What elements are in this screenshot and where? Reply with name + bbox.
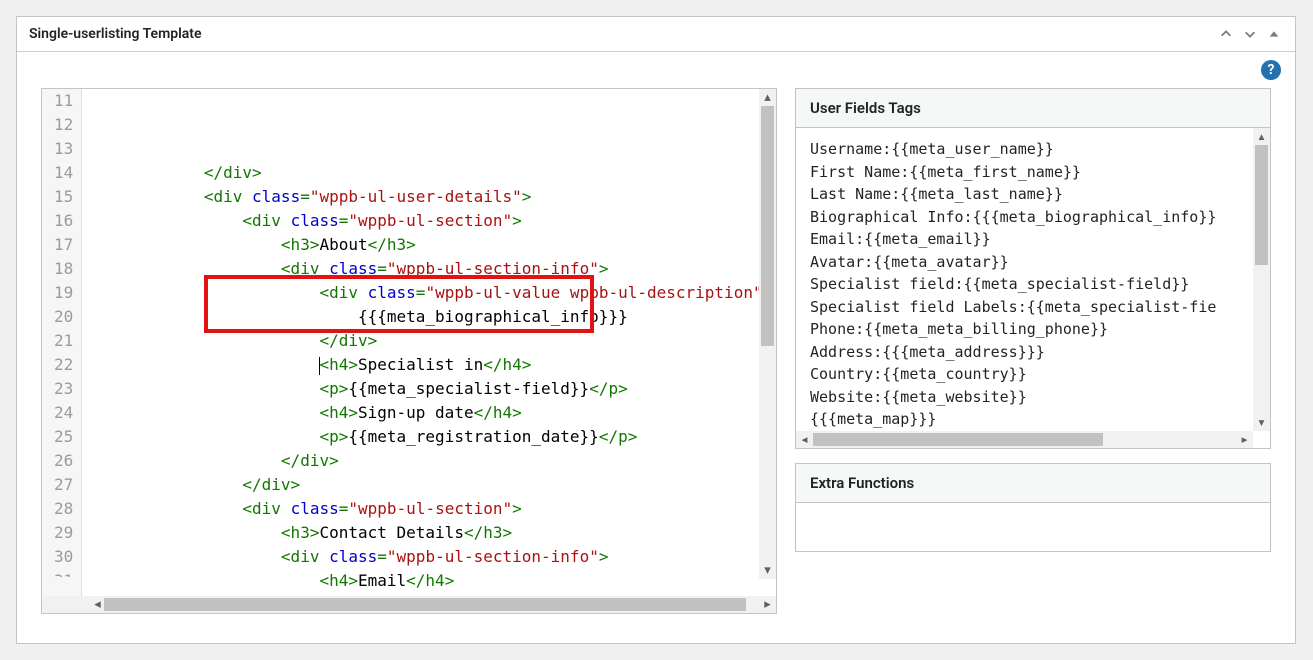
field-tag-item[interactable]: Email:{{meta_email}}	[810, 228, 1270, 251]
field-tag-item[interactable]: Username:{{meta_user_name}}	[810, 138, 1270, 161]
hscroll-thumb[interactable]	[813, 433, 1103, 446]
editor-inner: 1112131415161718192021222324252627282930…	[42, 89, 776, 596]
template-panel: Single-userlisting Template ? 1112131415…	[16, 16, 1296, 644]
field-tag-item[interactable]: Country:{{meta_country}}	[810, 363, 1270, 386]
field-tag-item[interactable]: Address:{{{meta_address}}}	[810, 341, 1270, 364]
line-number: 16	[54, 209, 73, 233]
line-number: 29	[54, 521, 73, 545]
line-number: 24	[54, 401, 73, 425]
code-line[interactable]: </div>	[88, 473, 776, 497]
line-number: 11	[54, 89, 73, 113]
extra-functions-box: Extra Functions	[795, 463, 1271, 552]
panel-header: Single-userlisting Template	[17, 17, 1295, 52]
field-tag-item[interactable]: {{{meta_map}}}	[810, 408, 1270, 431]
line-number: 26	[54, 449, 73, 473]
sidebar-hscrollbar[interactable]: ◂ ▸	[796, 431, 1253, 448]
code-area[interactable]: </div> <div class="wppb-ul-user-details"…	[82, 89, 776, 596]
editor-vscrollbar[interactable]: ▴ ▾	[759, 89, 776, 579]
panel-body: ? 11121314151617181920212223242526272829…	[17, 52, 1295, 638]
content-row: 1112131415161718192021222324252627282930…	[17, 52, 1295, 638]
code-line[interactable]: <h3>About</h3>	[88, 233, 776, 257]
line-number: 22	[54, 353, 73, 377]
field-tag-item[interactable]: First Name:{{meta_first_name}}	[810, 161, 1270, 184]
line-number: 12	[54, 113, 73, 137]
collapse-icon[interactable]	[1265, 25, 1283, 43]
code-line[interactable]: <h4>Email</h4>	[88, 569, 776, 593]
scroll-right-arrow[interactable]: ▸	[759, 596, 776, 613]
line-number: 18	[54, 257, 73, 281]
line-number: 23	[54, 377, 73, 401]
code-line[interactable]: <div class="wppb-ul-section-info">	[88, 545, 776, 569]
line-number: 28	[54, 497, 73, 521]
field-tag-item[interactable]: Website:{{meta_website}}	[810, 386, 1270, 409]
scroll-up-arrow[interactable]: ▴	[759, 89, 776, 106]
panel-title: Single-userlisting Template	[29, 26, 202, 42]
code-line[interactable]: </div>	[88, 329, 776, 353]
line-number: 14	[54, 161, 73, 185]
line-gutter: 1112131415161718192021222324252627282930…	[42, 89, 82, 596]
user-fields-box: User Fields Tags Username:{{meta_user_na…	[795, 88, 1271, 449]
field-tag-item[interactable]: Phone:{{meta_meta_billing_phone}}	[810, 318, 1270, 341]
code-editor[interactable]: 1112131415161718192021222324252627282930…	[41, 88, 777, 614]
code-line[interactable]: <div class="wppb-ul-user-details">	[88, 185, 776, 209]
code-line[interactable]: <div class="wppb-ul-value wppb-ul-descri…	[88, 281, 776, 305]
line-number: 25	[54, 425, 73, 449]
panel-header-actions	[1217, 25, 1283, 43]
user-fields-title: User Fields Tags	[796, 89, 1270, 128]
sidebar-vscrollbar[interactable]: ▴ ▾	[1253, 128, 1270, 431]
vscroll-thumb[interactable]	[1255, 145, 1268, 265]
line-number: 13	[54, 137, 73, 161]
move-down-icon[interactable]	[1241, 25, 1259, 43]
line-number: 21	[54, 329, 73, 353]
line-number: 20	[54, 305, 73, 329]
code-line[interactable]: <div class="wppb-ul-section-info">	[88, 257, 776, 281]
code-line[interactable]: </div>	[88, 449, 776, 473]
field-tag-item[interactable]: Specialist field Labels:{{meta_specialis…	[810, 296, 1270, 319]
line-number: 27	[54, 473, 73, 497]
code-line[interactable]: <h4>Sign-up date</h4>	[88, 401, 776, 425]
line-number: 15	[54, 185, 73, 209]
hscroll-thumb[interactable]	[104, 598, 746, 611]
scroll-up-arrow[interactable]: ▴	[1253, 128, 1270, 145]
code-line[interactable]: <p>{{meta_registration_date}}</p>	[88, 425, 776, 449]
code-line[interactable]: <h3>Contact Details</h3>	[88, 521, 776, 545]
vscroll-thumb[interactable]	[761, 106, 774, 346]
line-number: 17	[54, 233, 73, 257]
code-line[interactable]: <p>{{meta_specialist-field}}</p>	[88, 377, 776, 401]
line-number: 19	[54, 281, 73, 305]
code-line[interactable]: {{{meta_biographical_info}}}	[88, 305, 776, 329]
scroll-down-arrow[interactable]: ▾	[1253, 414, 1270, 431]
extra-functions-body	[796, 503, 1270, 551]
scroll-right-arrow[interactable]: ▸	[1236, 431, 1253, 448]
move-up-icon[interactable]	[1217, 25, 1235, 43]
field-tag-item[interactable]: Avatar:{{meta_avatar}}	[810, 251, 1270, 274]
code-line[interactable]: <div class="wppb-ul-section">	[88, 209, 776, 233]
code-line[interactable]: <div class="wppb-ul-section">	[88, 497, 776, 521]
extra-functions-title: Extra Functions	[796, 464, 1270, 503]
scroll-down-arrow[interactable]: ▾	[759, 562, 776, 579]
help-icon[interactable]: ?	[1261, 60, 1281, 80]
sidebar: User Fields Tags Username:{{meta_user_na…	[795, 88, 1271, 614]
editor-hscrollbar[interactable]: ◂ ▸	[42, 596, 776, 613]
code-line[interactable]: </div>	[88, 161, 776, 185]
editor-scroll: 1112131415161718192021222324252627282930…	[42, 89, 776, 596]
field-tag-item[interactable]: Biographical Info:{{{meta_biographical_i…	[810, 206, 1270, 229]
scroll-left-arrow[interactable]: ◂	[796, 431, 813, 448]
field-tag-item[interactable]: Specialist field:{{meta_specialist-field…	[810, 273, 1270, 296]
code-line[interactable]: <h4>Specialist in</h4>	[88, 353, 776, 377]
line-number: 30	[54, 545, 73, 569]
field-tag-item[interactable]: Last Name:{{meta_last_name}}	[810, 183, 1270, 206]
user-fields-list[interactable]: Username:{{meta_user_name}}First Name:{{…	[796, 128, 1270, 448]
